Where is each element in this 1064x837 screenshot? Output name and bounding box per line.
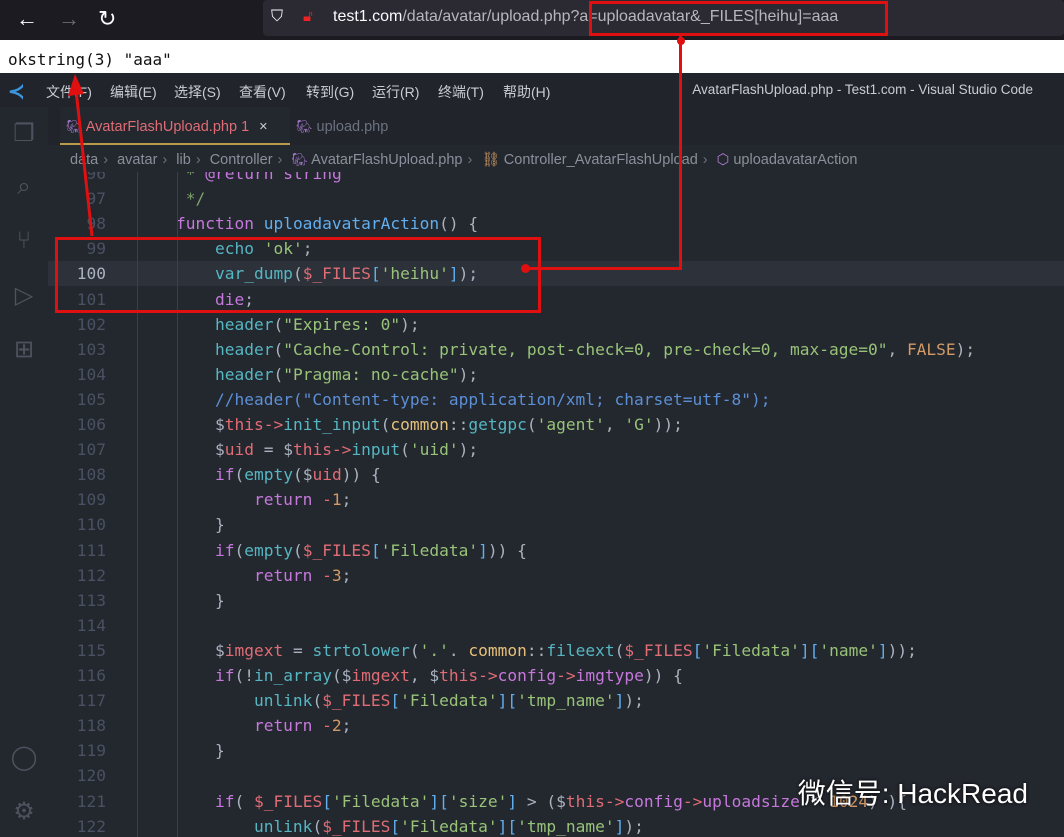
annotation-arrow xyxy=(68,74,94,237)
watermark: 微信号: HackRead xyxy=(797,778,1028,809)
